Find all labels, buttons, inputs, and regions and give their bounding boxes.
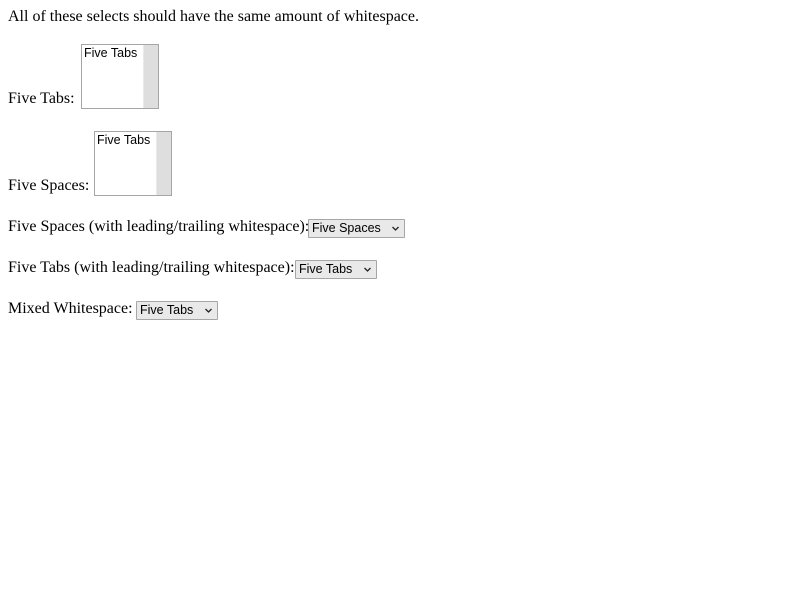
five-spaces-listbox[interactable]: Five Tabs <box>94 131 172 196</box>
five-tabs-listbox[interactable]: Five Tabs <box>81 44 159 109</box>
listbox-option[interactable]: Five Tabs <box>97 133 150 147</box>
mixed-whitespace-select[interactable]: Five Tabs <box>136 301 218 320</box>
five-spaces-leading-trailing-select[interactable]: Five Spaces <box>308 219 405 238</box>
five-tabs-leading-trailing-label: Five Tabs (with leading/trailing whitesp… <box>8 259 295 276</box>
chevron-down-icon <box>205 308 212 313</box>
intro-text: All of these selects should have the sam… <box>8 8 419 25</box>
five-spaces-leading-trailing-label: Five Spaces (with leading/trailing white… <box>8 218 310 235</box>
select-value: Five Spaces <box>312 221 381 235</box>
five-spaces-label: Five Spaces: <box>8 177 90 194</box>
five-tabs-label: Five Tabs: <box>8 90 75 107</box>
chevron-down-icon <box>392 226 399 231</box>
listbox-scrollbar[interactable] <box>143 45 158 108</box>
five-tabs-leading-trailing-select[interactable]: Five Tabs <box>295 260 377 279</box>
listbox-option[interactable]: Five Tabs <box>84 46 137 60</box>
select-value: Five Tabs <box>140 303 194 317</box>
listbox-scrollbar[interactable] <box>156 132 171 195</box>
chevron-down-icon <box>364 267 371 272</box>
select-value: Five Tabs <box>299 262 353 276</box>
mixed-whitespace-label: Mixed Whitespace: <box>8 300 133 317</box>
